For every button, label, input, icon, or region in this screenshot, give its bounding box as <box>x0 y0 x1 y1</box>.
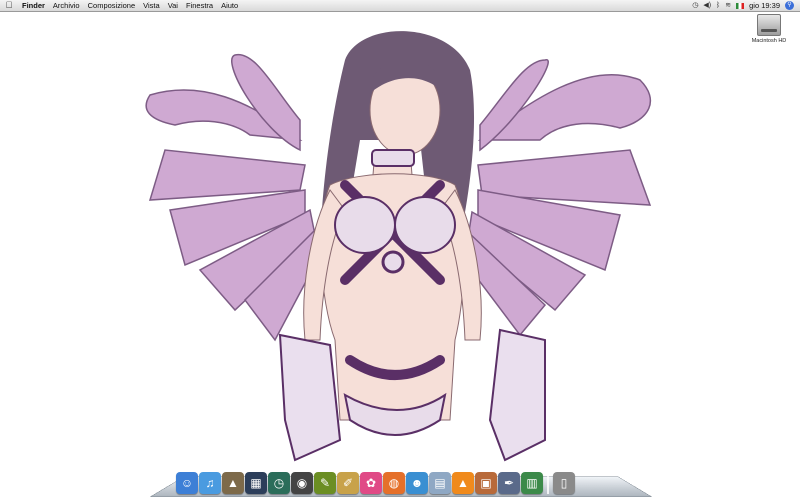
left-wing <box>145 53 321 342</box>
dock: ☺ ♫ ▲ ▦ ◷ ◉ ✎ ✐ ✿ ◍ ☻ ▤ ▲ ▣ ✒ ▥ ▯ <box>176 466 626 494</box>
dock-trash-icon[interactable]: ▯ <box>553 472 575 494</box>
menu-extras: ◷ ◀) ᛒ ≋ gio 19:39 ⚲ <box>692 0 800 11</box>
dock-slideshow-icon[interactable]: ▣ <box>475 472 497 494</box>
apple-menu-icon[interactable]:  <box>0 0 18 11</box>
menu-archivio[interactable]: Archivio <box>49 0 84 11</box>
italian-flag-icon[interactable] <box>736 2 745 9</box>
bluetooth-icon[interactable]: ᛒ <box>716 0 720 11</box>
dock-firefox-icon[interactable]: ◍ <box>383 472 405 494</box>
chest-armor-right <box>394 196 456 254</box>
chest-buckle <box>381 250 405 274</box>
hard-drive-icon <box>757 14 781 36</box>
chest-armor-left <box>334 196 396 254</box>
dock-script-editor-icon[interactable]: ✒ <box>498 472 520 494</box>
wifi-icon[interactable]: ≋ <box>725 0 731 11</box>
menu-clock[interactable]: gio 19:39 <box>749 0 780 11</box>
menu-vai[interactable]: Vai <box>164 0 182 11</box>
dock-flower-app-icon[interactable]: ✿ <box>360 472 382 494</box>
dock-pencil-app-icon[interactable]: ✐ <box>337 472 359 494</box>
menu-finder[interactable]: Finder <box>18 0 49 11</box>
menu-composizione[interactable]: Composizione <box>84 0 140 11</box>
dock-vlc-icon[interactable]: ▲ <box>452 472 474 494</box>
dock-messenger-icon[interactable]: ☻ <box>406 472 428 494</box>
volume-icon[interactable]: ◀) <box>703 0 711 11</box>
collar <box>371 149 415 167</box>
menu-finestra[interactable]: Finestra <box>182 0 217 11</box>
dock-printer-icon[interactable]: ▤ <box>429 472 451 494</box>
desktop-wallpaper <box>145 31 652 462</box>
time-machine-icon[interactable]: ◷ <box>692 0 698 11</box>
dock-dashboard-icon[interactable]: ▦ <box>245 472 267 494</box>
dock-separator <box>547 472 549 494</box>
dock-photo-booth-icon[interactable]: ◉ <box>291 472 313 494</box>
dock-finder-icon[interactable]: ☺ <box>176 472 198 494</box>
menu-vista[interactable]: Vista <box>139 0 164 11</box>
right-wing <box>461 59 652 337</box>
dock-time-machine-icon[interactable]: ◷ <box>268 472 290 494</box>
dock-iphoto-icon[interactable]: ▲ <box>222 472 244 494</box>
disk-label: Macintosh HD <box>751 38 787 44</box>
menu-bar:  Finder Archivio Composizione Vista Vai… <box>0 0 800 12</box>
dock-activity-monitor-icon[interactable]: ▥ <box>521 472 543 494</box>
dock-itunes-icon[interactable]: ♫ <box>199 472 221 494</box>
menu-aiuto[interactable]: Aiuto <box>217 0 242 11</box>
dock-pen-app-icon[interactable]: ✎ <box>314 472 336 494</box>
spotlight-icon[interactable]: ⚲ <box>785 1 794 10</box>
macintosh-hd-desktop-icon[interactable]: Macintosh HD <box>746 14 792 44</box>
